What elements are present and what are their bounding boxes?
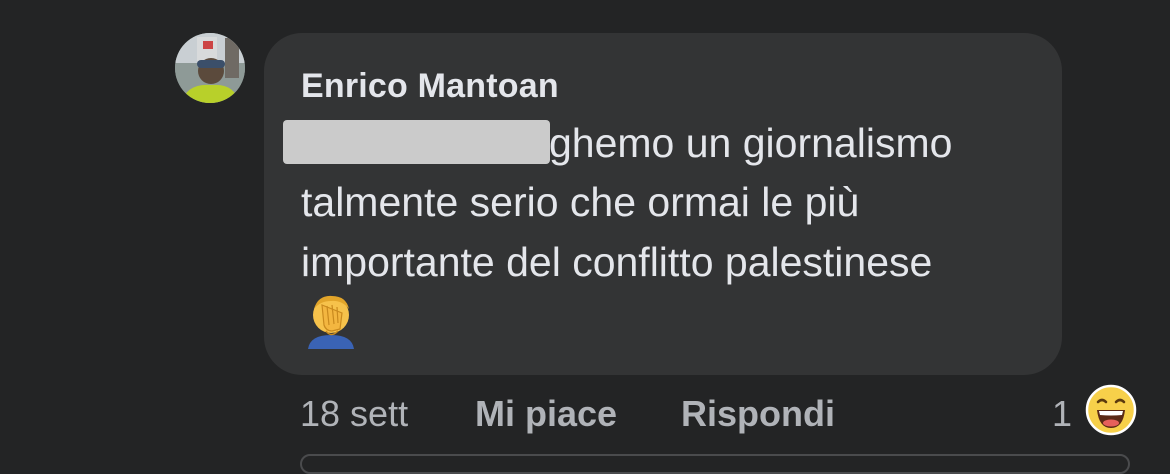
comment-text-line-1: ghemo un giornalismo: [549, 120, 953, 166]
reply-input-edge: [300, 454, 1130, 474]
avatar[interactable]: [175, 33, 245, 103]
comment-text-line-2: talmente serio che ormai le più: [301, 179, 860, 225]
comment-timestamp[interactable]: 18 sett: [300, 393, 408, 435]
comment-bubble: Enrico Mantoan ghemo un giornalismo talm…: [264, 33, 1062, 375]
haha-reaction-icon[interactable]: [1085, 384, 1137, 436]
facepalm-emoji: [302, 291, 360, 349]
reaction-count[interactable]: 1: [1052, 393, 1072, 435]
comment-text-line-3: importante del conflitto palestinese: [301, 239, 933, 285]
like-button[interactable]: Mi piace: [475, 393, 617, 435]
redacted-text: [283, 120, 550, 164]
comment-author[interactable]: Enrico Mantoan: [301, 67, 559, 106]
comment-actions: 18 sett Mi piace Rispondi 1: [0, 384, 1170, 437]
reply-button[interactable]: Rispondi: [681, 393, 835, 435]
